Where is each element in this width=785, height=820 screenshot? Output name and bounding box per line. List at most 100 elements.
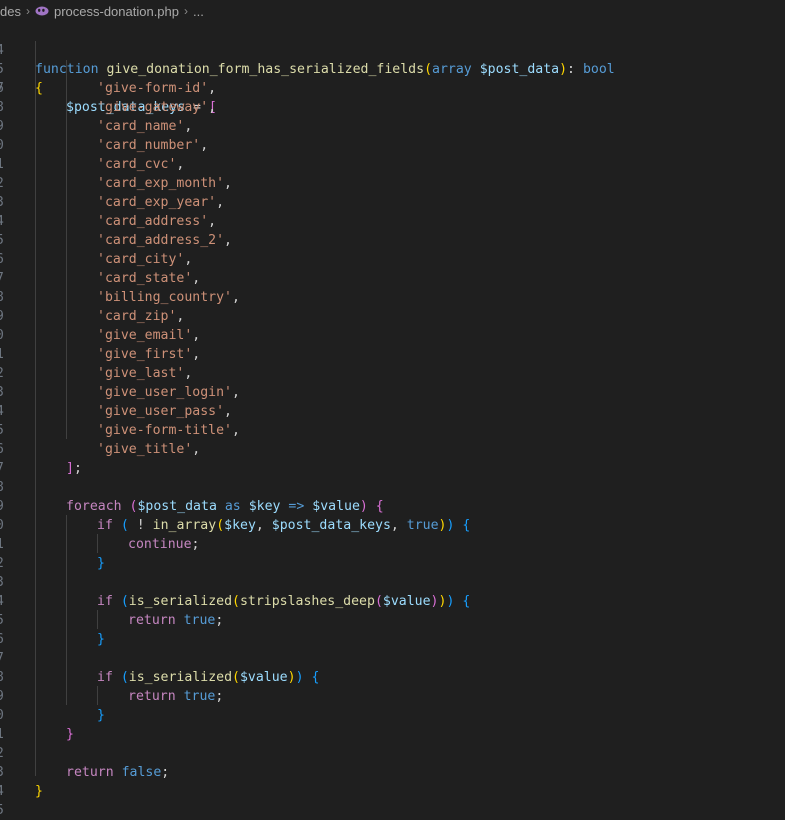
code-text: 'give_email', (97, 328, 201, 343)
code-line: 1 'give_first', (0, 345, 785, 364)
line-number: 9 (0, 687, 10, 706)
breadcrumb: des › process-donation.php › ... (0, 0, 785, 22)
code-text: 'card_zip', (97, 309, 185, 324)
string: 'give_user_pass' (97, 404, 225, 419)
code-text: return true; (128, 689, 224, 704)
code-line: 8 (0, 478, 785, 497)
line-number: 7 (0, 79, 10, 98)
code-text: } (35, 784, 43, 799)
code-line: 2 (0, 744, 785, 763)
chevron-right-icon: › (184, 4, 188, 18)
code-text: } (97, 708, 105, 723)
code-line: 7 'give-form-id', (0, 79, 785, 98)
code-line: 2 'give_last', (0, 364, 785, 383)
code-text: } (97, 632, 105, 647)
string: 'card_number' (97, 138, 201, 153)
string: 'give_email' (97, 328, 193, 343)
string: 'card_exp_month' (97, 176, 225, 191)
code-text: 'card_name', (97, 119, 193, 134)
code-text: if (is_serialized($value)) { (97, 670, 320, 685)
string: 'give_user_login' (97, 385, 232, 400)
string: 'card_address' (97, 214, 209, 229)
code-line: 5 { (0, 41, 785, 96)
line-number: 6 (0, 630, 10, 649)
code-line: 4 function give_donation_form_has_serial… (0, 22, 785, 77)
line-number: 2 (0, 554, 10, 573)
line-number: 9 (0, 497, 10, 516)
code-text: 'card_number', (97, 138, 209, 153)
line-number: 7 (0, 269, 10, 288)
code-line: 0 if ( ! in_array($key, $post_data_keys, … (0, 516, 785, 535)
breadcrumb-folder[interactable]: des (0, 4, 21, 19)
breadcrumb-file[interactable]: process-donation.php (54, 4, 179, 19)
line-number: 5 (0, 611, 10, 630)
code-text: 'billing_country', (97, 290, 240, 305)
string: 'card_exp_year' (97, 195, 217, 210)
line-number: 3 (0, 193, 10, 212)
line-number: 2 (0, 744, 10, 763)
line-number: 8 (0, 478, 10, 497)
code-text: } (97, 556, 105, 571)
line-number: 4 (0, 212, 10, 231)
code-text: 'give_last', (97, 366, 193, 381)
code-line: 4 'give_user_pass', (0, 402, 785, 421)
code-line: 0 'give_email', (0, 326, 785, 345)
line-number: 0 (0, 516, 10, 535)
code-line: 4 'card_address', (0, 212, 785, 231)
code-line: 3 'card_exp_year', (0, 193, 785, 212)
code-line: 1 continue; (0, 535, 785, 554)
code-line: 8 'billing_country', (0, 288, 785, 307)
code-text: 'give_title', (97, 442, 201, 457)
line-number: 1 (0, 725, 10, 744)
code-text: 'card_address_2', (97, 233, 232, 248)
code-text: if ( ! in_array($key, $post_data_keys, t… (97, 518, 471, 533)
code-line: 5 return true; (0, 611, 785, 630)
string: 'give-gateway' (97, 100, 209, 115)
code-line: 7 'card_state', (0, 269, 785, 288)
code-editor[interactable]: 4 function give_donation_form_has_serial… (0, 22, 785, 818)
code-text: continue; (128, 537, 200, 552)
breadcrumb-more[interactable]: ... (193, 4, 204, 19)
line-number: 8 (0, 668, 10, 687)
code-line: 3 'give_user_login', (0, 383, 785, 402)
code-text: 'give_user_login', (97, 385, 240, 400)
code-text: 'give_first', (97, 347, 201, 362)
code-line: 1 'card_cvc', (0, 155, 785, 174)
code-line: 9 'card_name', (0, 117, 785, 136)
code-line: 7]; (0, 459, 785, 478)
line-number: 5 (0, 231, 10, 250)
line-number: 8 (0, 98, 10, 117)
code-text: return false; (66, 765, 170, 780)
code-line: 2 'card_exp_month', (0, 174, 785, 193)
string: 'billing_country' (97, 290, 232, 305)
line-number: 4 (0, 782, 10, 801)
line-number: 4 (0, 402, 10, 421)
code-text: } (66, 727, 74, 742)
line-number: 2 (0, 174, 10, 193)
line-number: 0 (0, 326, 10, 345)
line-number: 0 (0, 706, 10, 725)
code-text: 'give-gateway', (97, 100, 217, 115)
code-line: 9 foreach ($post_data as $key => $value) … (0, 497, 785, 516)
code-text: 'give_user_pass', (97, 404, 232, 419)
code-line: 4 if (is_serialized(stripslashes_deep($va… (0, 592, 785, 611)
line-number: 8 (0, 288, 10, 307)
code-text: ]; (66, 461, 82, 476)
string: 'card_city' (97, 252, 185, 267)
string: 'give_last' (97, 366, 185, 381)
code-line: 2} (0, 554, 785, 573)
code-text: return true; (128, 613, 224, 628)
string: 'give_first' (97, 347, 193, 362)
code-line: 9 return true; (0, 687, 785, 706)
code-text: 'card_exp_year', (97, 195, 225, 210)
line-number: 7 (0, 459, 10, 478)
line-number: 6 (0, 440, 10, 459)
code-line: 3 return false; (0, 763, 785, 782)
line-number: 9 (0, 307, 10, 326)
line-number: 4 (0, 592, 10, 611)
string: 'give-form-id' (97, 81, 209, 96)
line-number: 9 (0, 117, 10, 136)
code-line: 6 'give_title', (0, 440, 785, 459)
line-number: 0 (0, 136, 10, 155)
line-number: 1 (0, 345, 10, 364)
